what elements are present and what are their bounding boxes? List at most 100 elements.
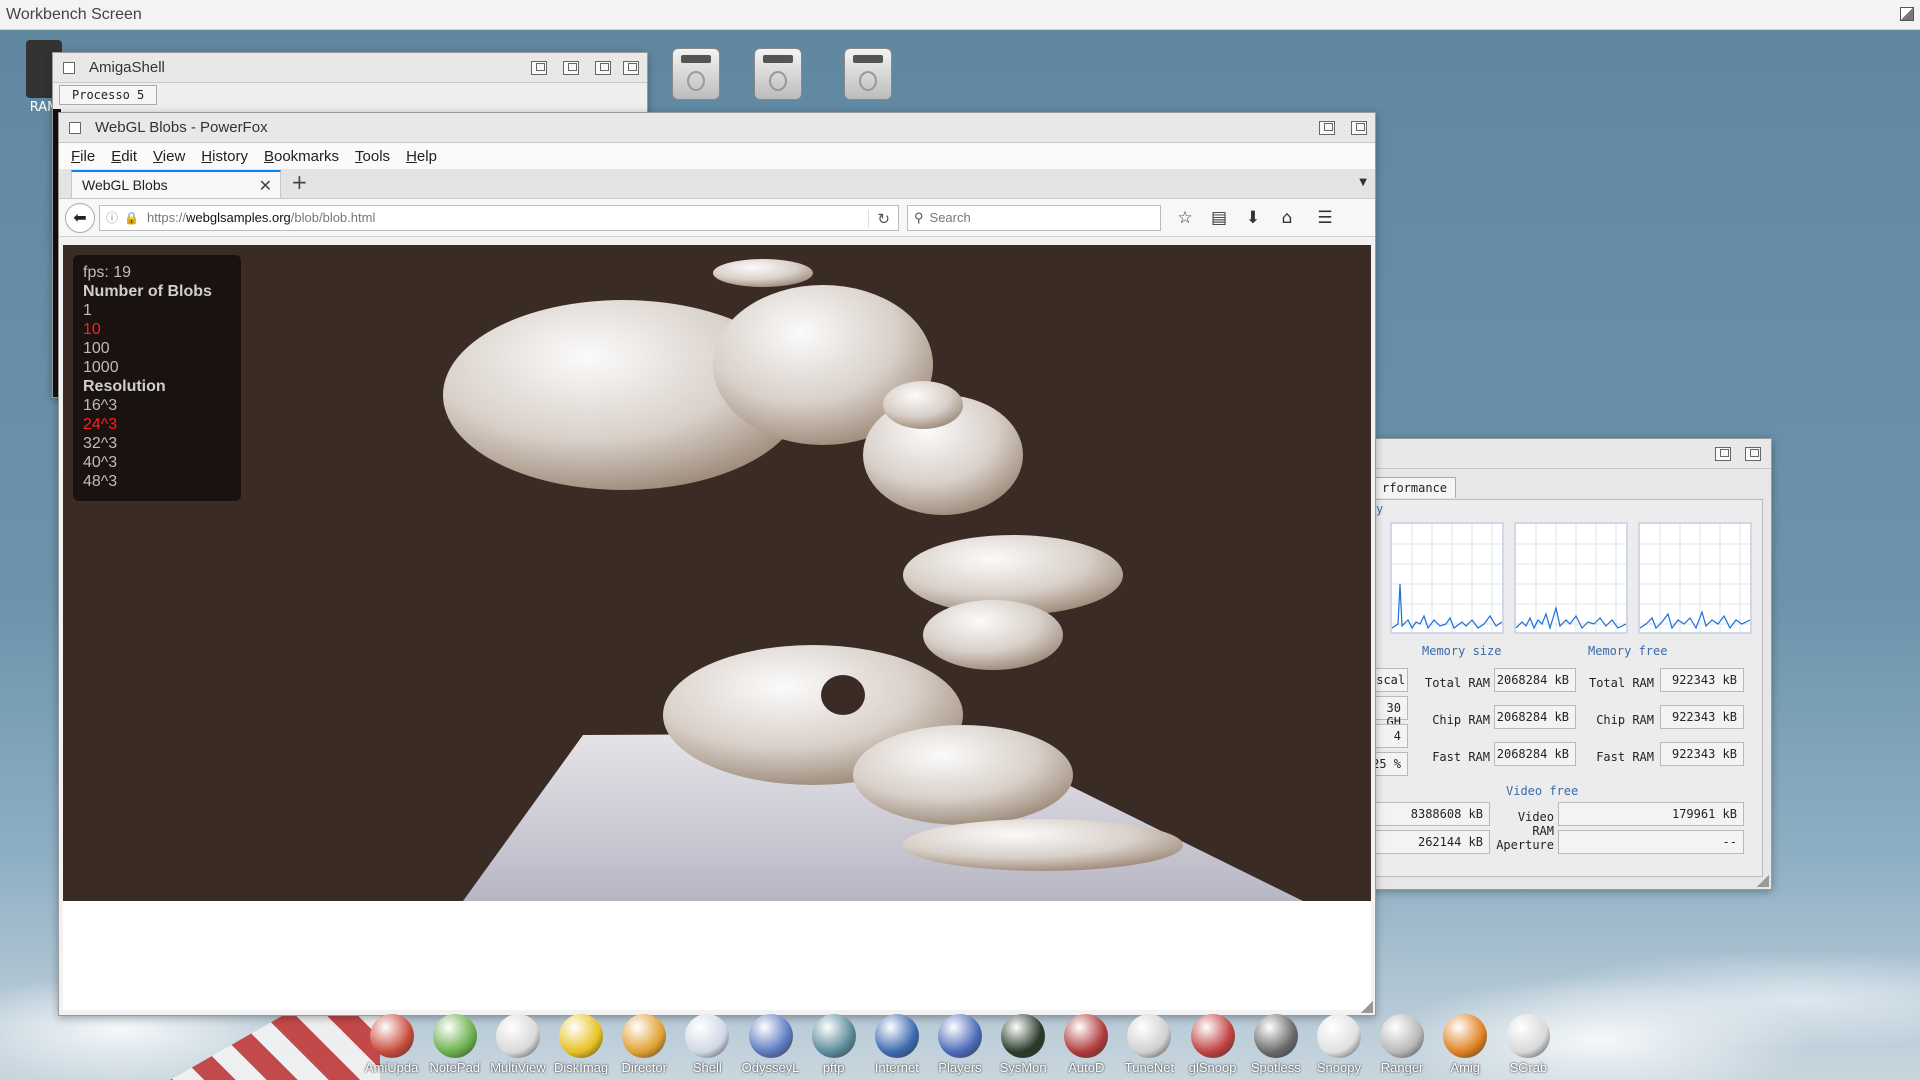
amiupda-icon: [369, 1014, 414, 1058]
dock-item-label: glSnoop: [1188, 1060, 1237, 1075]
dock-item-label: AutoD: [1068, 1060, 1105, 1075]
perf-tab[interactable]: rformance: [1373, 477, 1457, 498]
home-icon[interactable]: ⌂: [1277, 208, 1297, 228]
dock-item-autod[interactable]: AutoD: [1055, 1012, 1118, 1080]
mem-size-value: 2068284 kB: [1494, 705, 1576, 729]
dock-item-ranger[interactable]: Ranger: [1371, 1012, 1434, 1080]
menu-file[interactable]: File: [71, 148, 95, 165]
browser-zoom-gadget[interactable]: [1319, 121, 1335, 135]
blob-option-selected[interactable]: 10: [83, 320, 231, 339]
resolution-option[interactable]: 48^3: [83, 472, 231, 491]
screen-depth-gadget[interactable]: [1900, 7, 1914, 21]
shell-close-gadget[interactable]: [63, 61, 75, 74]
performance-window[interactable]: rformance y Memory size Memory free esca…: [1366, 438, 1772, 890]
search-input[interactable]: ⚲ Search: [907, 204, 1161, 231]
dock-item-glsnoop[interactable]: glSnoop: [1181, 1012, 1244, 1080]
shell-process-tab[interactable]: Processo 5: [59, 85, 158, 105]
dock-item-players[interactable]: Players: [928, 1012, 991, 1080]
dock-item-sgrab[interactable]: SGrab: [1497, 1012, 1560, 1080]
dock-item-director[interactable]: Director: [613, 1012, 676, 1080]
tab-webgl-blobs[interactable]: WebGL Blobs ✕: [71, 170, 281, 198]
webgl-canvas[interactable]: fps: 19 Number of Blobs 1 10 100 1000 Re…: [63, 245, 1371, 901]
menu-view[interactable]: View: [153, 148, 185, 165]
dock-item-label: Ranger: [1380, 1060, 1424, 1075]
menu-edit[interactable]: Edit: [111, 148, 137, 165]
dock-item-snoopy[interactable]: Snoopy: [1307, 1012, 1370, 1080]
memory-size-title: Memory size: [1422, 644, 1502, 658]
url-bar[interactable]: ⓘ 🔒 https://webglsamples.org/blob/blob.h…: [99, 204, 899, 231]
dock-item-amiupda[interactable]: AmiUpda: [360, 1012, 423, 1080]
shell-size-gadget[interactable]: [595, 61, 611, 75]
cpu-graph-1: [1390, 522, 1504, 634]
tab-close-icon[interactable]: ✕: [259, 176, 272, 196]
bookmark-star-icon[interactable]: ☆: [1175, 208, 1195, 228]
amidock: AmiUpda NotePad MultiView DiskImag Director S…: [360, 1012, 1560, 1080]
shell-iconify-gadget[interactable]: [531, 61, 547, 75]
menu-history[interactable]: History: [201, 148, 248, 165]
browser-titlebar[interactable]: WebGL Blobs - PowerFox: [59, 113, 1375, 143]
browser-depth-gadget[interactable]: [1351, 121, 1367, 135]
dock-item-odysseyl[interactable]: OdysseyL: [739, 1012, 802, 1080]
harddisk-icon-1[interactable]: [672, 48, 720, 100]
tab-list-chevron-icon[interactable]: ▼: [1359, 177, 1367, 188]
multiview-icon: [495, 1014, 540, 1058]
resolution-option[interactable]: 40^3: [83, 453, 231, 472]
new-tab-button[interactable]: +: [291, 170, 308, 194]
resolution-option-selected[interactable]: 24^3: [83, 415, 231, 434]
video-free-title: Video free: [1506, 784, 1579, 798]
shell-titlebar[interactable]: AmigaShell: [53, 53, 647, 83]
browser-menubar: File Edit View History Bookmarks Tools H…: [59, 143, 1375, 169]
harddisk-icon-2[interactable]: [754, 48, 802, 100]
downloads-icon[interactable]: ⬇: [1243, 208, 1263, 228]
site-info-icon[interactable]: ⓘ: [106, 209, 118, 226]
dock-item-internet[interactable]: Internet: [865, 1012, 928, 1080]
bookmarks-list-icon[interactable]: ▤: [1209, 208, 1229, 228]
video-free-label: Aperture: [1496, 838, 1554, 852]
back-button[interactable]: ⬅: [65, 202, 95, 233]
resolution-option[interactable]: 16^3: [83, 396, 231, 415]
lock-icon: 🔒: [124, 210, 139, 225]
menu-help[interactable]: Help: [406, 148, 437, 165]
menu-tools[interactable]: Tools: [355, 148, 390, 165]
shell-title: AmigaShell: [89, 59, 165, 76]
hamburger-menu-icon[interactable]: ☰: [1315, 208, 1335, 228]
dock-item-tunenet[interactable]: TuneNet: [1118, 1012, 1181, 1080]
reload-icon[interactable]: ↻: [868, 209, 890, 228]
powerfox-window[interactable]: WebGL Blobs - PowerFox File Edit View Hi…: [58, 112, 1376, 1016]
perf-left-value: 262144 kB: [1368, 830, 1490, 854]
dock-item-notepad[interactable]: NotePad: [423, 1012, 486, 1080]
dock-item-amig[interactable]: Amig: [1434, 1012, 1497, 1080]
blobs-heading: Number of Blobs: [83, 283, 212, 300]
perf-zoom-gadget[interactable]: [1715, 447, 1731, 461]
blob-option[interactable]: 1000: [83, 358, 231, 377]
dock-item-sysmon[interactable]: SysMon: [992, 1012, 1055, 1080]
dock-item-shell[interactable]: Shell: [676, 1012, 739, 1080]
dock-item-label: Internet: [874, 1060, 919, 1075]
resolution-option[interactable]: 32^3: [83, 434, 231, 453]
dock-item-pftp[interactable]: pftp: [802, 1012, 865, 1080]
perf-resize-gadget[interactable]: [1757, 875, 1769, 887]
search-placeholder: Search: [929, 210, 971, 225]
shell-depth-gadget[interactable]: [623, 61, 639, 75]
cpu-graph-3: [1638, 522, 1752, 634]
shell-icon: [685, 1014, 730, 1058]
director-icon: [622, 1014, 667, 1058]
notepad-icon: [432, 1014, 477, 1058]
menu-bookmarks[interactable]: Bookmarks: [264, 148, 339, 165]
perf-titlebar[interactable]: [1367, 439, 1771, 469]
blob-render: [443, 259, 1303, 901]
internet-icon: [874, 1014, 919, 1058]
browser-close-gadget[interactable]: [69, 121, 81, 134]
perf-depth-gadget[interactable]: [1745, 447, 1761, 461]
cpu-graph-2: [1514, 522, 1628, 634]
shell-zoom-gadget[interactable]: [563, 61, 579, 75]
dock-item-diskimag[interactable]: DiskImag: [549, 1012, 612, 1080]
blob-option[interactable]: 100: [83, 339, 231, 358]
harddisk-icon-3[interactable]: [844, 48, 892, 100]
dock-item-label: Players: [938, 1060, 982, 1075]
fps-readout: fps: 19: [83, 264, 132, 281]
dock-item-multiview[interactable]: MultiView: [486, 1012, 549, 1080]
dock-item-spotless[interactable]: Spotless: [1244, 1012, 1307, 1080]
dock-item-label: Snoopy: [1316, 1060, 1361, 1075]
blob-option[interactable]: 1: [83, 301, 231, 320]
